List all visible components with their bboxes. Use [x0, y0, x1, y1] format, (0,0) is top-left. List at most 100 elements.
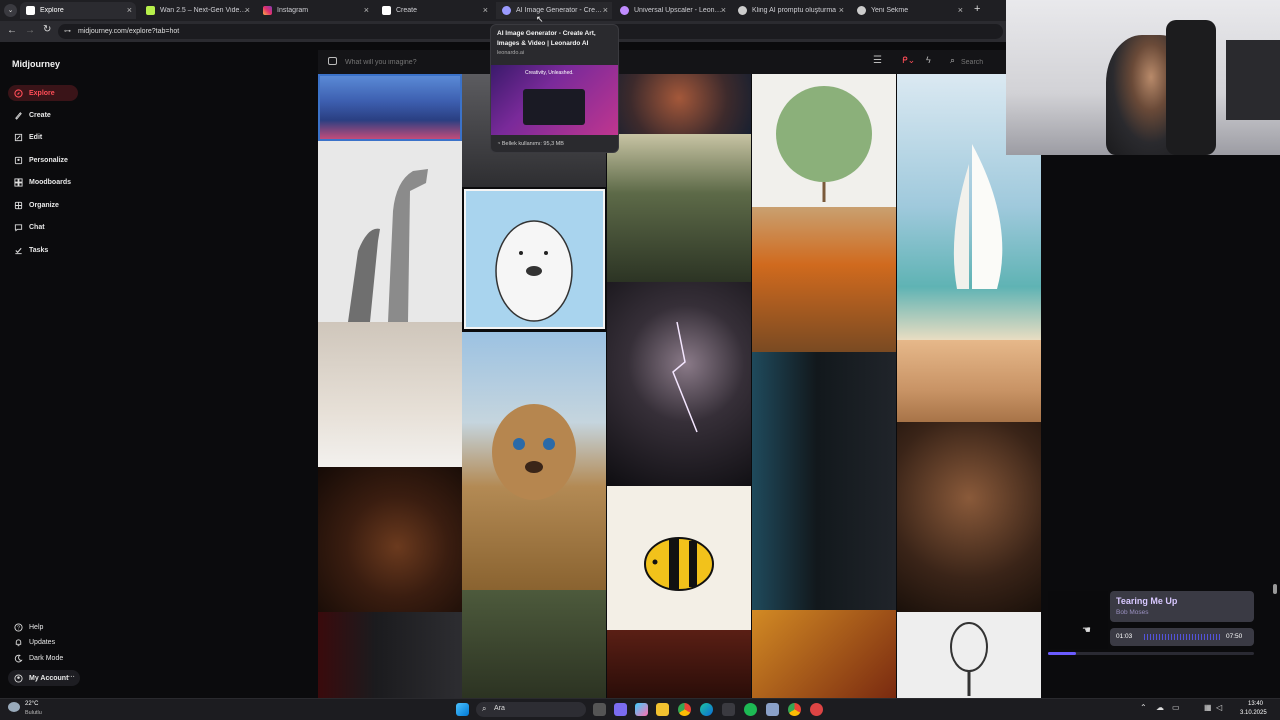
elapsed-time: 01:03 [1116, 633, 1133, 640]
clock-date[interactable]: 3.10.2025 [1240, 710, 1267, 716]
close-tab-icon[interactable]: × [364, 5, 369, 15]
sidebar-item-help[interactable]: ? Help [8, 619, 43, 635]
tab-leonardo-upscaler[interactable]: Universal Upscaler - Leonardo. × [614, 2, 730, 19]
taskbar-search[interactable]: ⌕ Ara [476, 702, 586, 717]
tab-explore[interactable]: Explore × [20, 2, 136, 19]
image-prompt-icon[interactable] [328, 57, 337, 65]
image-tile-robot-armor[interactable] [318, 612, 462, 698]
image-tile-man-profile[interactable] [752, 352, 896, 610]
reload-icon[interactable]: ↻ [43, 24, 51, 35]
dark-mode-toggle[interactable]: Dark Mode [8, 650, 63, 666]
hand-cursor-icon: ☚ [1082, 625, 1091, 636]
image-tile-hands-face[interactable] [897, 422, 1041, 612]
image-tile-theater-curtain[interactable] [607, 630, 751, 698]
close-tab-icon[interactable]: × [603, 5, 608, 15]
close-tab-icon[interactable]: × [958, 5, 963, 15]
image-tile-forest-road[interactable] [607, 134, 751, 282]
teams-app-icon[interactable] [614, 703, 627, 716]
task-view-icon[interactable] [593, 703, 606, 716]
sidebar-item-moodboards[interactable]: Moodboards [8, 174, 71, 190]
tab-wan[interactable]: Wan 2.5 – Next-Gen Video Mo × [140, 2, 254, 19]
settings-sliders-icon[interactable]: ☰ [873, 55, 882, 66]
tray-overflow-icon[interactable]: ⌃ [1140, 703, 1147, 712]
tab-list-dropdown[interactable]: ⌄ [4, 4, 17, 17]
clock-time[interactable]: 13:40 [1248, 701, 1263, 707]
network-icon[interactable]: ▦ [1204, 703, 1212, 712]
close-tab-icon[interactable]: × [127, 5, 132, 15]
folder-icon [14, 201, 23, 209]
site-info-icon[interactable]: ⊶ [64, 24, 71, 39]
image-tile-bee[interactable] [607, 486, 751, 630]
close-tab-icon[interactable]: × [839, 5, 844, 15]
search-icon[interactable]: ⌕ [950, 55, 955, 66]
sidebar-item-label: Moodboards [29, 178, 71, 186]
back-icon[interactable]: ← [7, 25, 17, 36]
image-tile-leaf-tree[interactable] [752, 74, 896, 207]
sidebar-item-personalize[interactable]: Personalize [8, 152, 68, 168]
chrome-app-icon[interactable] [678, 703, 691, 716]
instagram-favicon-icon [263, 6, 272, 15]
search-input[interactable] [961, 55, 1001, 69]
help-icon: ? [14, 622, 23, 631]
volume-icon[interactable]: ◁ [1216, 703, 1222, 712]
image-tile-polar-bear[interactable] [464, 189, 605, 329]
tab-leonardo-generator[interactable]: AI Image Generator - Create Ar × [496, 2, 612, 19]
display-icon[interactable]: ▭ [1172, 703, 1180, 712]
image-tile-hand-washing[interactable] [318, 322, 462, 467]
midjourney-favicon-icon [382, 6, 391, 15]
player-progress-track[interactable] [1048, 652, 1254, 655]
sidebar-item-explore[interactable]: Explore [8, 85, 78, 101]
sidebar-item-organize[interactable]: Organize [8, 197, 59, 213]
speed-icon[interactable]: ϟ [926, 55, 931, 65]
tab-instagram[interactable]: Instagram × [257, 2, 373, 19]
app-icon[interactable] [722, 703, 735, 716]
my-account-button[interactable]: My Account ··· [8, 670, 80, 686]
copilot-app-icon[interactable] [635, 703, 648, 716]
chrome-app-icon[interactable] [788, 703, 801, 716]
tab-create[interactable]: Create × [376, 2, 492, 19]
forward-icon[interactable]: → [25, 25, 35, 36]
sidebar-item-chat[interactable]: Chat [8, 219, 45, 235]
close-tab-icon[interactable]: × [483, 5, 488, 15]
sidebar-item-edit[interactable]: Edit [8, 129, 42, 145]
image-tile-giraffes[interactable] [318, 141, 462, 322]
close-tab-icon[interactable]: × [721, 5, 726, 15]
windows-start-icon[interactable] [456, 703, 469, 716]
image-tile-desert[interactable] [897, 340, 1041, 422]
account-menu-icon[interactable]: ··· [68, 674, 75, 681]
tooltip-title: AI Image Generator - Create Art, Images … [497, 30, 596, 47]
sidebar-item-updates[interactable]: Updates [8, 634, 55, 650]
webcam-overlay [1006, 0, 1280, 155]
brand-logo[interactable]: Midjourney [12, 59, 60, 69]
image-tile-tools-flatlay[interactable] [897, 612, 1041, 698]
file-explorer-icon[interactable] [656, 703, 669, 716]
sidebar-item-create[interactable]: Create [8, 107, 51, 123]
sidebar-item-tasks[interactable]: Tasks [8, 242, 48, 258]
personalize-toggle-icon[interactable]: ᑭ⌄ [902, 55, 915, 66]
new-tab-button[interactable]: + [974, 3, 980, 15]
sidebar-item-label: Personalize [29, 156, 68, 164]
image-tile-chocolate-bar[interactable] [318, 467, 462, 612]
image-tile-hawk[interactable] [752, 207, 896, 352]
tab-new[interactable]: Yeni Sekme × [851, 2, 967, 19]
sidebar-item-label: Dark Mode [29, 654, 64, 662]
image-tile-lion-cub[interactable] [462, 332, 606, 590]
onedrive-icon[interactable]: ☁ [1156, 703, 1164, 712]
page-scrollbar[interactable] [1273, 584, 1277, 594]
app-icon[interactable] [810, 703, 823, 716]
preview-thumbnails [523, 89, 585, 125]
compass-icon [14, 88, 23, 98]
image-tile-pixel-landscape[interactable] [318, 74, 462, 141]
app-icon[interactable] [766, 703, 779, 716]
image-tile-forest-statue[interactable] [462, 590, 606, 698]
weather-icon[interactable] [8, 702, 20, 712]
image-tile-canyon[interactable] [607, 74, 751, 134]
chrome-favicon-icon [857, 6, 866, 15]
waveform[interactable] [1144, 634, 1220, 640]
tab-kling[interactable]: Kling AI promptu oluşturma × [732, 2, 848, 19]
image-tile-lightning[interactable] [607, 282, 751, 486]
image-tile-orange-fabric[interactable] [752, 610, 896, 698]
close-tab-icon[interactable]: × [245, 5, 250, 15]
spotify-app-icon[interactable] [744, 703, 757, 716]
edge-app-icon[interactable] [700, 703, 713, 716]
